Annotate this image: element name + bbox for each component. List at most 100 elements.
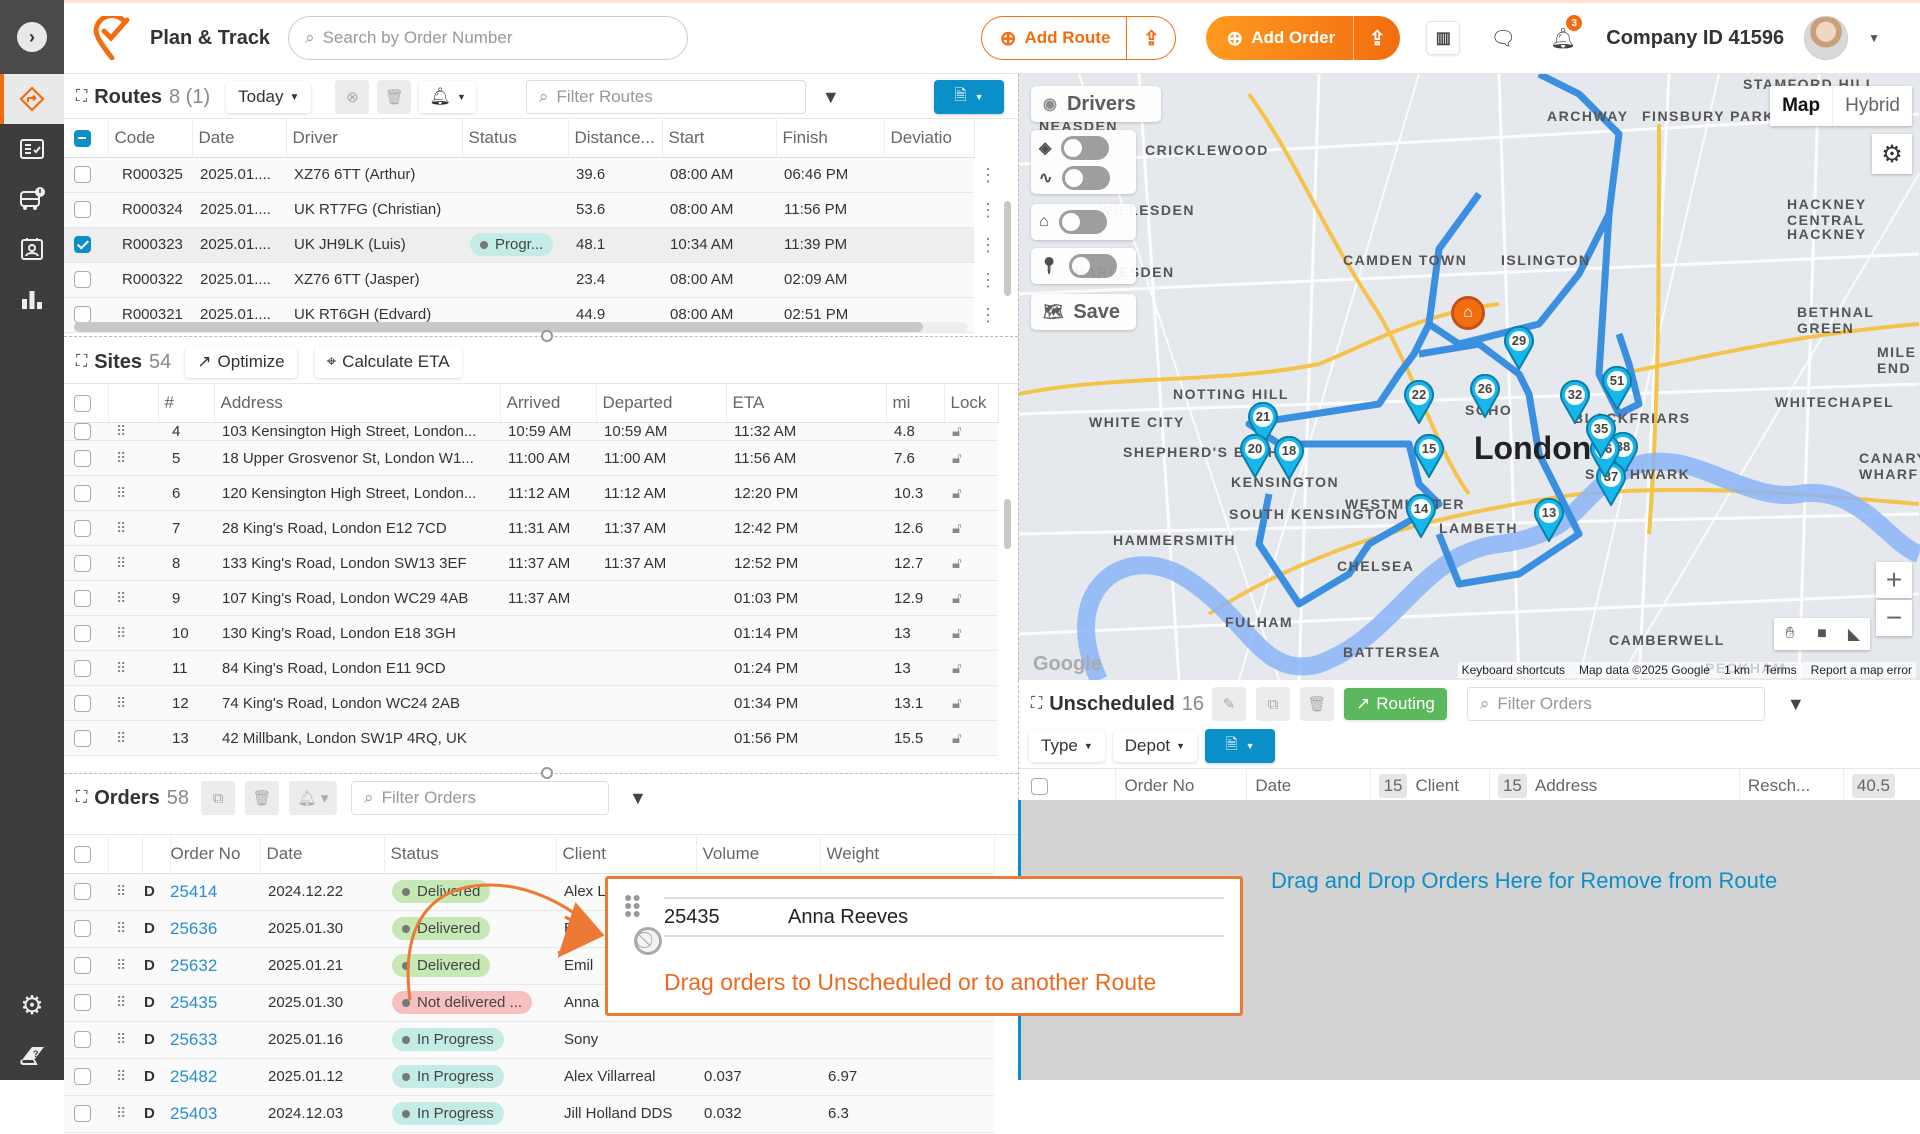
lock-toggle[interactable]: 🔓︎ — [944, 720, 998, 757]
drag-handle[interactable]: ⠿ — [108, 947, 142, 985]
pan-hand-icon[interactable]: ✋︎ — [1774, 618, 1806, 650]
depot-dropdown[interactable]: Depot ▼ — [1112, 730, 1198, 762]
unscheduled-col[interactable]: 15 Client — [1369, 769, 1489, 803]
row-checkbox[interactable] — [64, 947, 108, 985]
sidebar-item-tasks[interactable] — [0, 124, 64, 174]
columns-button[interactable]: ▥ — [1426, 21, 1461, 55]
row-checkbox[interactable] — [64, 720, 108, 757]
filter-funnel-icon[interactable]: ▼ — [822, 87, 840, 108]
import-orders-button[interactable]: ⇪ — [1354, 26, 1400, 51]
delete-button[interactable]: 🗑︎ — [1300, 687, 1335, 721]
unscheduled-col[interactable]: Order No — [1115, 769, 1246, 803]
row-checkbox[interactable] — [64, 580, 108, 617]
drag-handle[interactable]: ⠿ — [108, 1021, 142, 1059]
row-menu-kebab-icon[interactable]: ⋮ — [974, 298, 1002, 333]
edit-button[interactable]: ✎ — [1212, 687, 1247, 721]
drag-handle[interactable]: ⠿ — [108, 422, 158, 442]
lock-toggle[interactable]: 🔓︎ — [944, 685, 998, 722]
unscheduled-col[interactable]: 40.5 — [1842, 769, 1920, 803]
lock-toggle[interactable]: 🔓︎ — [944, 510, 998, 547]
row-menu-kebab-icon[interactable]: ⋮ — [974, 158, 1002, 193]
row-checkbox[interactable] — [64, 157, 108, 193]
route-stop-marker[interactable]: 22 — [1403, 380, 1435, 424]
sidebar-item-settings[interactable]: ⚙ — [0, 980, 64, 1030]
row-checkbox[interactable] — [64, 440, 108, 477]
unscheduled-col[interactable]: 15 Address — [1488, 769, 1739, 803]
notify-order-dropdown[interactable]: 🔔︎ ▾ — [289, 781, 338, 815]
route-layer-toggle[interactable] — [1062, 166, 1111, 190]
site-row[interactable]: ⠿ 12 74 King's Road, London WC24 2AB 01:34 … — [64, 685, 998, 722]
col-address[interactable]: Address — [214, 384, 501, 423]
col-weight[interactable]: Weight — [820, 835, 995, 874]
filter-unscheduled-input[interactable]: ⌕ Filter Orders — [1466, 687, 1765, 721]
route-stop-marker[interactable]: 35 — [1585, 414, 1617, 458]
col-arrived[interactable]: Arrived — [500, 384, 597, 423]
draw-polygon-icon[interactable]: ◣ — [1838, 618, 1870, 650]
drag-handle[interactable]: ⠿ — [108, 510, 158, 547]
route-row[interactable]: R000323 2025.01.... UK JH9LK (Luis) Progr..… — [64, 227, 974, 263]
col-lock[interactable]: Lock — [944, 384, 999, 423]
filter-orders-input[interactable]: ⌕ Filter Orders — [351, 781, 610, 815]
expand-panel-icon[interactable]: ⛶ — [76, 353, 87, 371]
expand-panel-icon[interactable]: ⛶ — [76, 88, 87, 106]
row-checkbox[interactable] — [64, 475, 108, 512]
col-code[interactable]: Code — [108, 119, 193, 158]
order-number-link[interactable]: 25435 — [170, 984, 260, 1022]
order-row[interactable]: ⠿ D 25403 2024.12.03 In Progress Jill Holland… — [64, 1095, 994, 1133]
route-stop-marker[interactable]: 15 — [1413, 434, 1445, 478]
row-checkbox[interactable] — [64, 510, 108, 547]
site-row[interactable]: ⠿ 6 120 Kensington High Street, London... 1… — [64, 475, 998, 512]
filter-funnel-icon[interactable]: ▼ — [629, 788, 647, 809]
map-type-map[interactable]: Map — [1770, 86, 1832, 126]
row-checkbox[interactable] — [64, 984, 108, 1022]
drag-handle[interactable]: ⠿ — [108, 650, 158, 687]
col-date[interactable]: Date — [192, 119, 287, 158]
site-row[interactable]: ⠿ 7 28 King's Road, London E12 7CD 11:31 AM… — [64, 510, 998, 547]
row-checkbox[interactable] — [64, 1095, 108, 1133]
row-checkbox[interactable] — [64, 650, 108, 687]
delete-order-button[interactable]: 🗑︎ — [245, 781, 280, 815]
col-order-date[interactable]: Date — [260, 835, 385, 874]
import-routes-button[interactable]: ⇪ — [1127, 26, 1175, 51]
lock-toggle[interactable]: 🔓︎ — [944, 580, 998, 617]
optimize-button[interactable]: ↗ Optimize — [185, 346, 297, 378]
col-order-no[interactable]: Order No — [170, 835, 261, 874]
col-client[interactable]: Client — [556, 835, 697, 874]
sidebar-item-vehicles[interactable] — [0, 174, 64, 224]
routes-sites-splitter[interactable] — [64, 330, 1018, 342]
lock-toggle[interactable]: 🔓︎ — [944, 422, 998, 442]
order-row[interactable]: ⠿ D 25633 2025.01.16 In Progress Sony — [64, 1021, 994, 1059]
site-row[interactable]: ⠿ 10 130 King's Road, London E18 3GH 01:14 … — [64, 615, 998, 652]
dragged-order-card[interactable]: ●●●●●● ⃠ 25435 Anna Reeves Drag orders t… — [605, 876, 1243, 1016]
col-status[interactable]: Status — [462, 119, 569, 158]
copy-order-button[interactable]: ⧉ — [201, 781, 236, 815]
site-row[interactable]: ⠿ 11 84 King's Road, London E11 9CD 01:24 P… — [64, 650, 998, 687]
drag-handle[interactable]: ⠿ — [108, 580, 158, 617]
col-driver[interactable]: Driver — [286, 119, 463, 158]
row-menu-kebab-icon[interactable]: ⋮ — [974, 263, 1002, 298]
expand-panel-icon[interactable]: ⛶ — [76, 789, 87, 807]
order-number-link[interactable]: 25403 — [170, 1095, 260, 1133]
route-stop-marker[interactable]: 29 — [1503, 326, 1535, 370]
delete-route-button[interactable]: 🗑︎ — [377, 80, 412, 114]
row-checkbox[interactable] — [64, 685, 108, 722]
row-checkbox[interactable] — [64, 262, 108, 298]
row-checkbox[interactable] — [64, 422, 108, 442]
site-row[interactable]: ⠿ 5 18 Upper Grosvenor St, London W1... 11:… — [64, 440, 998, 477]
route-row[interactable]: R000325 2025.01.... XZ76 6TT (Arthur) 39.6 0… — [64, 157, 974, 193]
order-search-input[interactable]: ⌕ Search by Order Number — [288, 16, 689, 60]
row-checkbox[interactable] — [64, 227, 108, 263]
zoom-out-button[interactable]: − — [1876, 600, 1912, 636]
user-menu-caret-icon[interactable]: ▼ — [1868, 31, 1880, 45]
route-row[interactable]: R000324 2025.01.... UK RT7FG (Christian) 53… — [64, 192, 974, 228]
map-type-hybrid[interactable]: Hybrid — [1832, 86, 1912, 126]
order-row[interactable]: ⠿ D 25482 2025.01.12 In Progress Alex Villarr… — [64, 1058, 994, 1096]
splitter-handle[interactable] — [541, 330, 553, 342]
drag-handle[interactable]: ⠿ — [108, 615, 158, 652]
keyboard-shortcuts-link[interactable]: Keyboard shortcuts — [1462, 663, 1565, 677]
sidebar-item-routes[interactable] — [0, 74, 64, 124]
order-number-link[interactable]: 25414 — [170, 873, 260, 911]
depot-marker[interactable]: ⌂ — [1451, 296, 1485, 330]
copy-button[interactable]: ⧉ — [1256, 687, 1291, 721]
export-unscheduled-button[interactable]: 🗎 ▼ — [1205, 729, 1276, 763]
